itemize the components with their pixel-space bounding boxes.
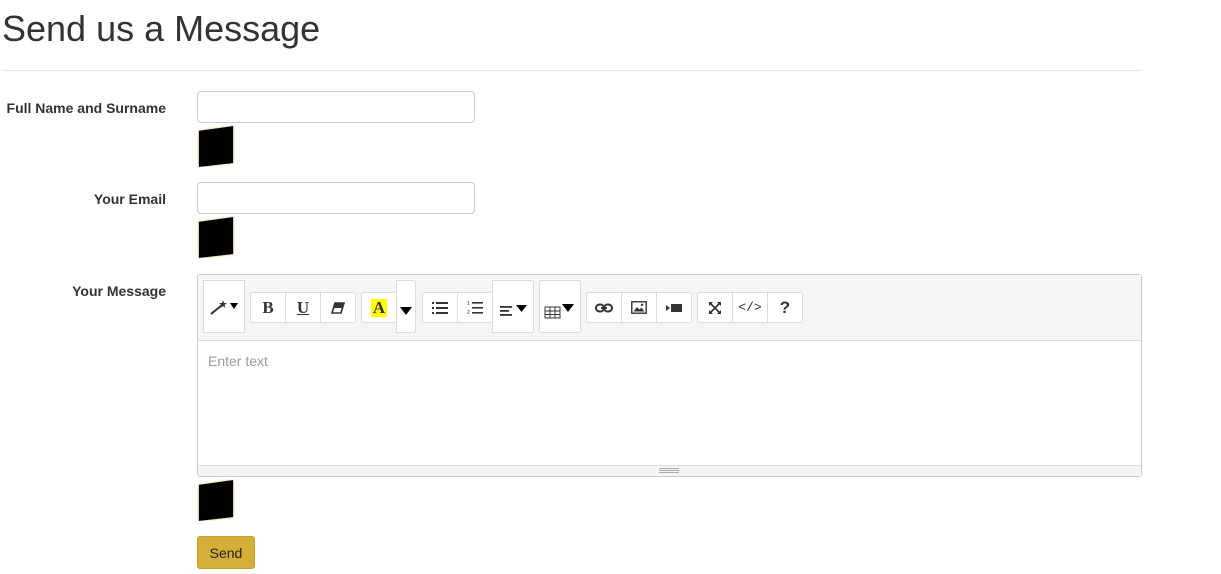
- resize-grip-icon[interactable]: [659, 468, 679, 473]
- svg-text:2: 2: [467, 310, 470, 315]
- email-label: Your Email: [93, 191, 166, 207]
- caret-down-icon: [400, 306, 412, 315]
- send-button[interactable]: Send: [197, 536, 255, 569]
- bold-button[interactable]: B: [250, 292, 286, 323]
- full-name-input[interactable]: [197, 91, 475, 123]
- bullet-list-icon: [432, 301, 448, 314]
- picture-icon: [631, 301, 647, 314]
- link-icon: [595, 303, 613, 312]
- unordered-list-button[interactable]: [422, 292, 458, 323]
- magic-wand-icon: [210, 299, 238, 315]
- full-name-label: Full Name and Surname: [6, 100, 166, 116]
- fullscreen-button[interactable]: [697, 292, 733, 323]
- captcha-image: [198, 125, 234, 167]
- insert-link-button[interactable]: [586, 292, 622, 323]
- rich-text-editor: B U A 1 2 </> ? Enter text: [197, 274, 1142, 477]
- editor-resize-bar[interactable]: [198, 465, 1141, 476]
- page-title: Send us a Message: [2, 8, 321, 49]
- table-icon: [544, 303, 574, 318]
- captcha-image: [198, 479, 234, 521]
- email-input[interactable]: [197, 182, 475, 214]
- font-color-button[interactable]: A: [361, 292, 397, 323]
- style-dropdown-button[interactable]: [203, 280, 245, 333]
- align-left-icon: [500, 304, 527, 316]
- numbered-list-icon: 1 2: [467, 301, 483, 315]
- divider: [2, 70, 1142, 71]
- insert-image-button[interactable]: [621, 292, 657, 323]
- ordered-list-button[interactable]: 1 2: [457, 292, 493, 323]
- captcha-image: [198, 216, 234, 258]
- code-view-button[interactable]: </>: [732, 292, 768, 323]
- message-editor-area[interactable]: Enter text: [198, 341, 1141, 467]
- help-button[interactable]: ?: [767, 292, 803, 323]
- expand-icon: [709, 301, 721, 314]
- color-dropdown-button[interactable]: [396, 280, 416, 333]
- message-label: Your Message: [72, 283, 166, 299]
- font-color-icon: A: [370, 297, 388, 317]
- svg-text:1: 1: [467, 301, 470, 307]
- insert-video-button[interactable]: [656, 292, 692, 323]
- clear-format-button[interactable]: [320, 292, 356, 323]
- table-dropdown-button[interactable]: [539, 280, 581, 333]
- underline-button[interactable]: U: [285, 292, 321, 323]
- editor-toolbar: B U A 1 2 </> ?: [198, 275, 1141, 341]
- paragraph-align-dropdown[interactable]: [492, 280, 534, 333]
- video-icon: [666, 303, 682, 312]
- eraser-icon: [331, 301, 345, 314]
